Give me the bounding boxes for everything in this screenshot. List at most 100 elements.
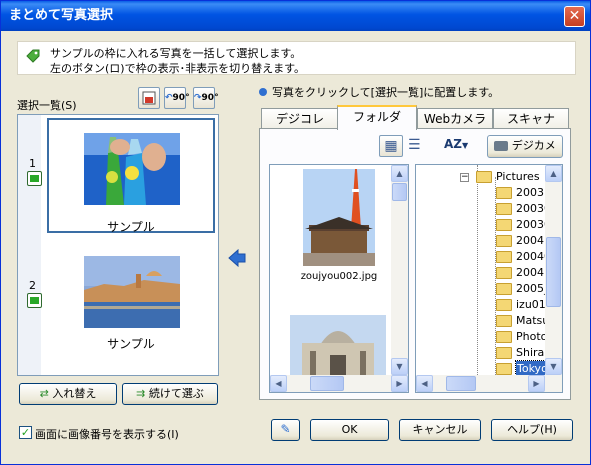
scroll-up-icon[interactable]: ▲ <box>391 165 408 182</box>
tab-folder[interactable]: フォルダ <box>337 105 417 130</box>
help-button[interactable]: ヘルプ(H) <box>491 419 573 441</box>
swap-label: 入れ替え <box>52 387 97 400</box>
close-icon: ✕ <box>568 8 581 24</box>
scroll-thumb[interactable] <box>392 183 407 201</box>
cancel-label: キャンセル <box>412 423 468 436</box>
tree-label: 2004 <box>516 234 544 247</box>
folder-icon <box>496 315 512 327</box>
folder-icon <box>496 347 512 359</box>
rotate-right-icon: ↷ <box>194 93 202 103</box>
continue-select-button[interactable]: ⇉ 続けて選ぶ <box>122 383 218 405</box>
check-mark-icon: ✓ <box>20 426 31 439</box>
photo-thumbnail-shrine[interactable] <box>290 315 386 377</box>
source-tabs: デジコレ フォルダ Webカメラ スキャナ <box>259 105 571 130</box>
scroll-down-icon[interactable]: ▼ <box>545 358 562 375</box>
photo-list-pane[interactable]: zoujyou002.jpg ▲ ▼ ◀ ▶ <box>269 164 409 393</box>
scroll-right-icon[interactable]: ▶ <box>391 375 408 392</box>
photo-hscroll[interactable]: ◀ ▶ <box>270 375 408 392</box>
camera-label: デジカメ <box>511 139 556 152</box>
tab-webcam[interactable]: Webカメラ <box>417 108 493 130</box>
folder-icon <box>496 187 512 199</box>
selection-list-label: 選択一覧(S) <box>17 99 77 112</box>
ok-label: OK <box>341 423 358 436</box>
photo-vscroll[interactable]: ▲ ▼ <box>391 165 408 375</box>
swap-icon: ⇄ <box>39 387 49 400</box>
tree-collapse-icon[interactable]: − <box>460 173 469 182</box>
sort-button[interactable]: AZ▼ <box>444 137 468 151</box>
move-left-arrow-icon[interactable] <box>228 249 246 267</box>
sort-label: AZ <box>444 137 462 151</box>
rotate-left-icon: ↶ <box>165 93 173 103</box>
edit-button[interactable]: ✎ <box>271 419 300 441</box>
tree-label: Photo <box>516 330 548 343</box>
photo-caption: zoujyou002.jpg <box>300 271 378 282</box>
folder-icon <box>496 363 512 375</box>
list-view-icon[interactable]: ☰ <box>408 137 421 153</box>
scroll-up-icon[interactable]: ▲ <box>545 165 562 182</box>
folder-icon <box>496 267 512 279</box>
tree-label: Pictures <box>496 170 540 183</box>
hint-bullet-icon <box>259 88 267 96</box>
selection-list[interactable]: 1 サンプル 2 サンプル <box>17 114 219 376</box>
folder-tab-panel: ▦ ☰ AZ▼ デジカメ zoujyou002.jpg ▲ ▼ ◀ ▶ − Pi… <box>259 128 571 400</box>
open-folder-icon <box>476 171 492 183</box>
close-button[interactable]: ✕ <box>564 6 585 27</box>
folder-icon <box>496 299 512 311</box>
tree-hscroll[interactable]: ◀ ▶ <box>416 375 562 392</box>
show-numbers-checkbox[interactable]: ✓ <box>19 426 32 439</box>
cancel-button[interactable]: キャンセル <box>399 419 481 441</box>
tree-label: izu01 <box>516 298 546 311</box>
tree-vscroll[interactable]: ▲ ▼ <box>545 165 562 375</box>
tree-line <box>477 165 478 375</box>
rotate-left-label: 90° <box>172 93 190 103</box>
photo-thumbnail-temple[interactable] <box>303 169 375 266</box>
slot-number: 1 <box>29 157 36 170</box>
dropdown-arrow-icon: ▼ <box>462 141 469 150</box>
tag-icon <box>26 49 40 63</box>
slot-item-1[interactable]: 1 サンプル <box>18 115 218 236</box>
large-icons-button[interactable]: ▦ <box>379 135 403 157</box>
continue-label: 続けて選ぶ <box>148 387 204 400</box>
slot-toggle-button[interactable] <box>27 171 42 186</box>
scroll-left-icon[interactable]: ◀ <box>416 375 433 392</box>
title-bar: まとめて写真選択 ✕ <box>1 1 590 31</box>
rotate-left-button[interactable]: ↶90° <box>164 87 190 109</box>
folder-icon <box>496 203 512 215</box>
hscroll-thumb[interactable] <box>446 376 476 391</box>
scroll-thumb[interactable] <box>546 237 561 307</box>
ok-button[interactable]: OK <box>310 419 389 441</box>
camera-button[interactable]: デジカメ <box>487 135 563 158</box>
hscroll-thumb[interactable] <box>310 376 344 391</box>
scroll-left-icon[interactable]: ◀ <box>270 375 287 392</box>
info-line-2: 左のボタン(ロ)で枠の表示･非表示を切り替えます。 <box>50 62 305 75</box>
folder-icon <box>496 235 512 247</box>
pen-icon: ✎ <box>280 422 291 436</box>
image-button[interactable] <box>138 87 160 109</box>
slot-caption: サンプル <box>107 337 155 351</box>
tab-scanner[interactable]: スキャナ <box>493 108 569 130</box>
rotate-right-label: 90° <box>201 93 219 103</box>
window-title: まとめて写真選択 <box>9 8 114 23</box>
info-box: サンプルの枠に入れる写真を一括して選択します。 左のボタン(ロ)で枠の表示･非表… <box>17 41 576 75</box>
scroll-right-icon[interactable]: ▶ <box>528 375 545 392</box>
rotate-right-button[interactable]: ↷90° <box>193 87 219 109</box>
show-numbers-label: 画面に画像番号を表示する(I) <box>35 428 179 441</box>
camera-icon <box>494 141 509 151</box>
folder-icon <box>496 251 512 263</box>
slot-number: 2 <box>29 279 36 292</box>
swap-button[interactable]: ⇄ 入れ替え <box>19 383 117 405</box>
continue-icon: ⇉ <box>136 387 146 400</box>
folder-icon <box>496 219 512 231</box>
help-label: ヘルプ(H) <box>507 423 557 436</box>
info-line-1: サンプルの枠に入れる写真を一括して選択します。 <box>50 47 302 60</box>
folder-icon <box>496 283 512 295</box>
scroll-down-icon[interactable]: ▼ <box>391 358 408 375</box>
hint-text: 写真をクリックして[選択一覧]に配置します。 <box>272 86 500 99</box>
slot-toggle-button[interactable] <box>27 293 42 308</box>
slot-item-2[interactable]: 2 サンプル <box>18 239 218 360</box>
folder-tree-pane[interactable]: − Pictures 2003 20030 20030 2004 20040 2… <box>415 164 563 393</box>
tab-digicolle[interactable]: デジコレ <box>261 108 339 130</box>
slot-caption: サンプル <box>107 220 155 234</box>
picture-icon <box>142 91 156 105</box>
tree-label: 2003 <box>516 186 544 199</box>
